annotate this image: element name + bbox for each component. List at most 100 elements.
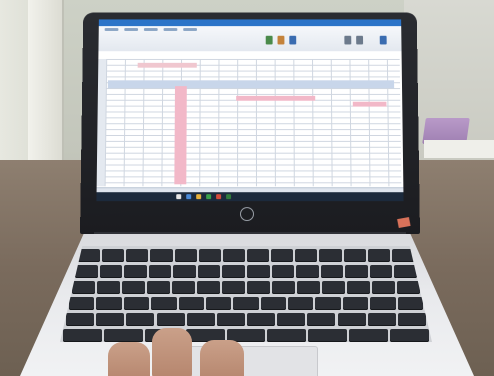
keyboard-key <box>96 313 125 326</box>
keyboard-key <box>319 249 342 262</box>
ribbon-icon <box>277 35 285 45</box>
taskbar-icon <box>186 194 192 200</box>
table-header-row <box>107 80 395 89</box>
laptop-logo-icon <box>240 207 254 222</box>
keyboard-key <box>72 281 95 294</box>
ribbon-tab <box>104 28 119 31</box>
keyboard-key <box>148 265 172 278</box>
keyboard-key <box>277 313 306 326</box>
keyboard-key <box>337 313 366 326</box>
keyboard-key <box>156 313 185 326</box>
keyboard-key <box>397 297 423 310</box>
keyboard-key <box>297 281 320 294</box>
ribbon-tab <box>124 28 139 31</box>
keyboard-key <box>343 249 366 262</box>
keyboard-key <box>198 249 221 262</box>
keyboard-key <box>173 265 196 278</box>
ribbon-icon <box>356 35 364 45</box>
keyboard-key <box>345 265 368 278</box>
keyboard-key <box>216 313 245 326</box>
keyboard-key <box>370 297 396 310</box>
highlighted-cells <box>352 101 387 107</box>
keyboard-key <box>197 281 220 294</box>
highlighted-cells <box>236 95 316 101</box>
keyboard-key <box>75 265 98 278</box>
keyboard-key <box>315 297 341 310</box>
keyboard-key <box>99 265 123 278</box>
highlighted-column <box>174 86 187 185</box>
keyboard-key <box>307 313 336 326</box>
keyboard-key <box>247 313 276 326</box>
keyboard-key <box>369 265 393 278</box>
keyboard-key <box>247 249 270 262</box>
photo-scene <box>0 0 494 376</box>
ribbon-icon <box>265 35 273 45</box>
taskbar-icon <box>196 194 202 200</box>
keyboard-key <box>342 297 369 310</box>
keyboard-key <box>260 297 287 310</box>
keyboard-key <box>186 313 215 326</box>
laptop-lid <box>80 12 420 235</box>
keyboard-key <box>174 249 197 262</box>
keyboard-key <box>367 249 390 262</box>
finger <box>200 340 244 376</box>
keyboard-key <box>205 297 232 310</box>
cell-grid <box>104 58 402 187</box>
keyboard-key <box>308 329 348 342</box>
keyboard-key <box>271 265 295 278</box>
window-titlebar <box>98 19 402 27</box>
keyboard-key <box>390 329 429 342</box>
keyboard-key <box>96 297 122 310</box>
keyboard-key <box>66 313 95 326</box>
keyboard-key <box>397 313 426 326</box>
keyboard-key <box>69 297 95 310</box>
keyboard-key <box>322 281 345 294</box>
keyboard-key <box>222 281 245 294</box>
ribbon-icon <box>344 35 352 45</box>
taskbar-icon <box>216 194 222 200</box>
keyboard-key <box>222 265 245 278</box>
ribbon-tab <box>143 28 158 31</box>
keyboard-key <box>150 249 173 262</box>
keyboard-key <box>126 249 149 262</box>
keyboard-key <box>391 249 414 262</box>
keyboard-key <box>267 329 307 342</box>
keyboard-key <box>288 297 314 310</box>
keyboard-key <box>147 281 170 294</box>
keyboard-key <box>151 297 177 310</box>
keyboard-key <box>172 281 195 294</box>
keyboard-key <box>347 281 370 294</box>
ribbon-tab <box>183 28 197 31</box>
sticker <box>397 217 411 228</box>
keyboard-key <box>271 249 294 262</box>
spreadsheet-ribbon <box>98 26 402 53</box>
laptop-screen <box>96 19 404 202</box>
keyboard-key <box>222 249 245 262</box>
taskbar-icon <box>176 194 182 200</box>
keyboard-key <box>349 329 389 342</box>
keyboard-key <box>124 265 147 278</box>
taskbar-icon <box>226 194 232 200</box>
ribbon-icon <box>379 35 387 45</box>
keyboard-key <box>247 265 270 278</box>
spreadsheet-grid-area <box>96 57 404 188</box>
taskbar-icon <box>206 194 212 200</box>
keyboard-key <box>122 281 145 294</box>
ribbon-tab <box>163 28 178 31</box>
taskbar <box>96 192 404 202</box>
keyboard-key <box>233 297 259 310</box>
white-paper <box>424 140 494 158</box>
hand <box>108 328 258 376</box>
keyboard-key <box>295 249 318 262</box>
keyboard-key <box>123 297 150 310</box>
ribbon-icon <box>289 35 297 45</box>
keyboard-key <box>397 281 420 294</box>
keyboard-key <box>296 265 319 278</box>
keyboard-key <box>394 265 417 278</box>
keyboard-key <box>63 329 102 342</box>
keyboard-key <box>367 313 396 326</box>
sheet-title-highlight <box>137 62 197 68</box>
finger <box>108 342 150 376</box>
keyboard-key <box>247 281 270 294</box>
keyboard-key <box>320 265 344 278</box>
